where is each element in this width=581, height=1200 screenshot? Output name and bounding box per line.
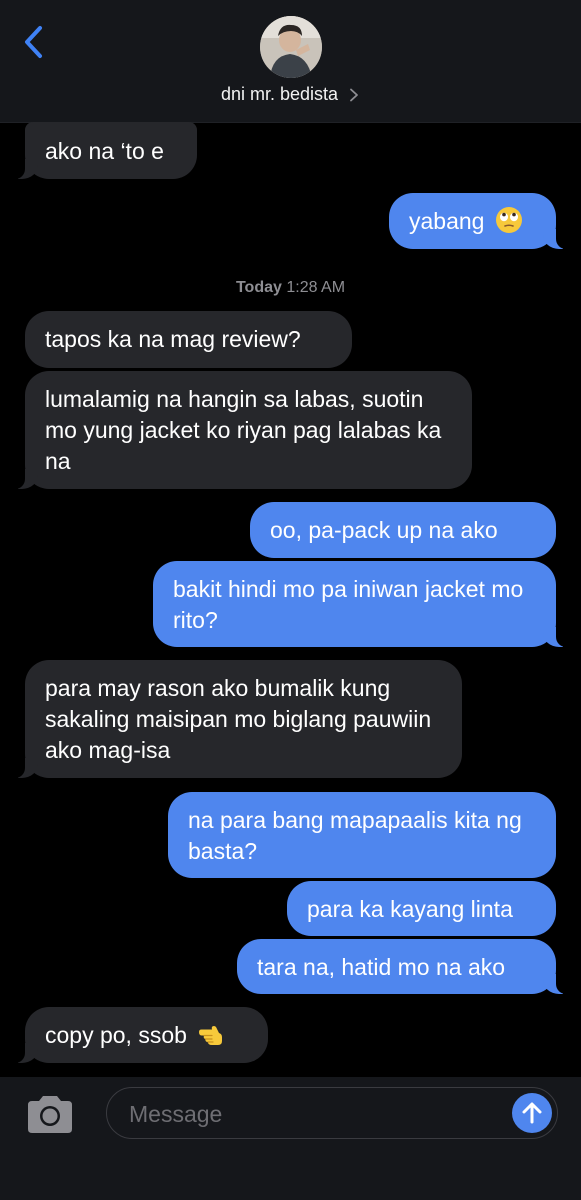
message-text: copy po, ssob bbox=[45, 1022, 187, 1048]
message-text: tara na, hatid mo na ako bbox=[257, 954, 506, 980]
incoming-message[interactable]: para may rason ako bumalik kung sakaling… bbox=[0, 660, 462, 778]
chevron-left-icon bbox=[25, 26, 42, 58]
message-text: bakit hindi mo pa iniwan jacket mo rito? bbox=[173, 576, 524, 633]
message-input-field bbox=[106, 1087, 558, 1140]
message-text: yabang bbox=[409, 208, 485, 234]
contact-name-button[interactable]: dni mr. bedista bbox=[0, 84, 581, 105]
message-text: lumalamig na hangin sa labas, suotin mo … bbox=[45, 386, 442, 474]
contact-name: dni mr. bedista bbox=[220, 84, 339, 104]
composer-bar bbox=[0, 1077, 581, 1200]
timestamp-time: 1:28 AM bbox=[286, 279, 346, 296]
incoming-message[interactable]: tapos ka na mag review? bbox=[25, 311, 352, 368]
outgoing-message[interactable]: na para bang mapapaalis kita ng basta? bbox=[168, 792, 556, 878]
send-button[interactable] bbox=[512, 1093, 552, 1133]
message-text: para ka kayang linta bbox=[307, 896, 513, 922]
face-with-rolling-eyes-emoji bbox=[495, 207, 522, 233]
back-button[interactable] bbox=[16, 22, 50, 62]
incoming-message[interactable]: copy po, ssob bbox=[0, 1007, 268, 1063]
contact-photo bbox=[260, 16, 322, 78]
outgoing-message[interactable]: yabang bbox=[389, 193, 581, 249]
outgoing-message[interactable]: para ka kayang linta bbox=[287, 881, 556, 936]
conversation-header: dni mr. bedista bbox=[0, 0, 581, 123]
message-text: na para bang mapapaalis kita ng basta? bbox=[188, 807, 522, 864]
chevron-right-icon bbox=[350, 88, 358, 101]
message-text: tapos ka na mag review? bbox=[45, 326, 301, 352]
message-text: ako na ‘to e bbox=[45, 138, 164, 164]
outgoing-message[interactable]: tara na, hatid mo na ako bbox=[237, 939, 581, 994]
arrow-up-icon bbox=[522, 1102, 542, 1124]
avatar[interactable] bbox=[260, 16, 322, 78]
message-input[interactable] bbox=[127, 1088, 501, 1140]
message-text: para may rason ako bumalik kung sakaling… bbox=[45, 675, 432, 763]
message-text: oo, pa-pack up na ako bbox=[270, 517, 498, 543]
timestamp: Today 1:28 AM bbox=[0, 279, 581, 297]
timestamp-day: Today bbox=[235, 279, 282, 296]
camera-button[interactable] bbox=[24, 1093, 76, 1137]
outgoing-message[interactable]: bakit hindi mo pa iniwan jacket mo rito? bbox=[153, 561, 581, 647]
camera-icon bbox=[28, 1096, 72, 1133]
backhand-index-pointing-left-emoji bbox=[199, 1026, 223, 1045]
incoming-message[interactable]: ako na ‘to e bbox=[0, 122, 197, 179]
incoming-message[interactable]: lumalamig na hangin sa labas, suotin mo … bbox=[0, 371, 472, 489]
outgoing-message[interactable]: oo, pa-pack up na ako bbox=[250, 502, 556, 558]
